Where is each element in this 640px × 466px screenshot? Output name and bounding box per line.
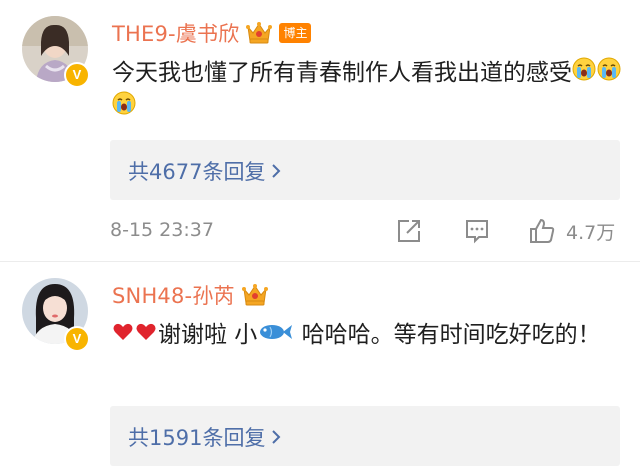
crown-icon (246, 22, 273, 44)
comment-body: 谢谢啦 小 (158, 322, 258, 348)
share-icon (398, 220, 420, 242)
share-button[interactable] (396, 216, 422, 246)
comment-text: 今天我也懂了所有青春制作人看我出道的感受 (112, 56, 624, 125)
chevron-right-icon (272, 164, 281, 178)
comment-item: V SNH48-孙芮 谢谢啦 小 哈哈哈。等有时间吃好吃的！ 共1591条回复 (0, 262, 640, 466)
chevron-right-icon (272, 430, 281, 444)
replies-box[interactable]: 共1591条回复 (110, 406, 620, 466)
like-button[interactable]: 4.7万 (528, 216, 615, 246)
replies-count-label: 共1591条回复 (128, 426, 266, 450)
heart-icon (112, 319, 134, 353)
view-replies-link[interactable]: 共1591条回复 (128, 422, 281, 452)
crying-face-icon (112, 91, 136, 125)
like-count: 4.7万 (566, 221, 616, 244)
comment-icon (466, 220, 488, 244)
comment-header: SNH48-孙芮 (112, 280, 269, 310)
replies-count-label: 共4677条回复 (128, 160, 266, 184)
verified-badge: V (64, 326, 90, 352)
comment-button[interactable] (464, 216, 490, 246)
like-icon (530, 218, 555, 243)
view-replies-link[interactable]: 共4677条回复 (128, 156, 281, 186)
username[interactable]: THE9-虞书欣 (112, 18, 239, 48)
comment-body: 今天我也懂了所有青春制作人看我出道的感受 (112, 60, 572, 86)
comment-text: 谢谢啦 小 哈哈哈。等有时间吃好吃的！ (112, 318, 624, 353)
comment-item: V THE9-虞书欣 博主 今天我也懂了所有青春制作人看我出道的感受 共4677… (0, 0, 640, 262)
timestamp: 8-15 23:37 (110, 219, 214, 241)
fish-icon (257, 319, 293, 353)
crying-face-icon (597, 57, 621, 91)
comment-header: THE9-虞书欣 博主 (112, 18, 312, 48)
crown-icon (241, 284, 268, 306)
verified-badge: V (64, 62, 90, 88)
comment-body: 哈哈哈。等有时间吃好吃的！ (294, 322, 601, 348)
heart-icon (135, 319, 157, 353)
crying-face-icon (572, 57, 596, 91)
owner-tag: 博主 (279, 23, 312, 43)
username[interactable]: SNH48-孙芮 (112, 280, 235, 310)
replies-box[interactable]: 共4677条回复 (110, 140, 620, 200)
comment-meta: 8-15 23:37 4.7万 (110, 216, 622, 246)
